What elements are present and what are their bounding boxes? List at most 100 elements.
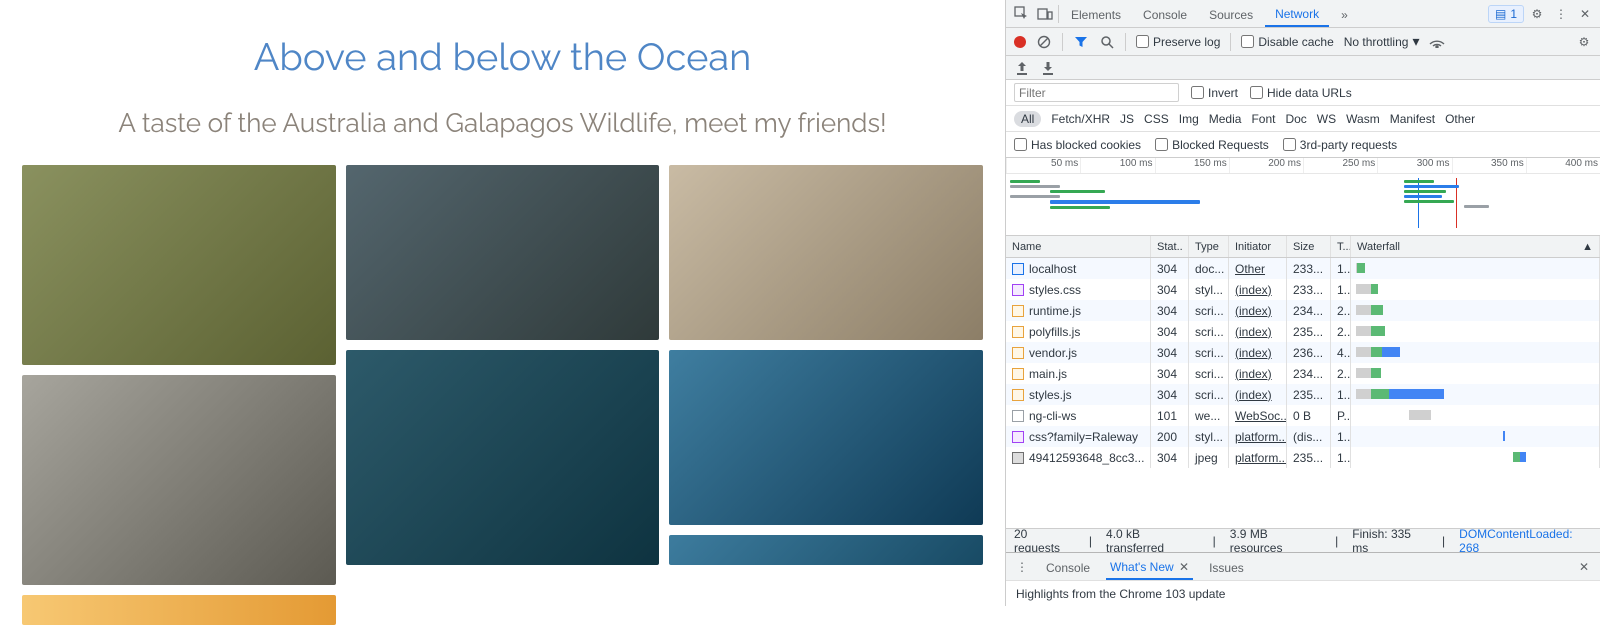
- request-time: P...: [1331, 405, 1351, 426]
- drawer-tab-console[interactable]: Console: [1042, 555, 1094, 579]
- request-status: 304: [1151, 447, 1189, 468]
- drawer-menu-icon[interactable]: ⋮: [1014, 559, 1030, 575]
- type-filter-other[interactable]: Other: [1445, 112, 1475, 126]
- request-initiator[interactable]: (index): [1229, 363, 1287, 384]
- request-status: 101: [1151, 405, 1189, 426]
- request-time: 4...: [1331, 342, 1351, 363]
- type-filter-doc[interactable]: Doc: [1285, 112, 1306, 126]
- request-waterfall: [1351, 447, 1600, 468]
- preserve-log-checkbox[interactable]: Preserve log: [1136, 35, 1220, 49]
- col-initiator[interactable]: Initiator: [1229, 236, 1287, 257]
- drawer-body-text: Highlights from the Chrome 103 update: [1016, 587, 1225, 601]
- hide-data-urls-checkbox[interactable]: Hide data URLs: [1250, 86, 1352, 100]
- gallery-image[interactable]: [346, 350, 660, 565]
- search-icon[interactable]: [1099, 34, 1115, 50]
- col-size[interactable]: Size: [1287, 236, 1331, 257]
- request-row[interactable]: styles.js304scri...(index)235...1...: [1006, 384, 1600, 405]
- col-status[interactable]: Stat..: [1151, 236, 1189, 257]
- request-row[interactable]: vendor.js304scri...(index)236...4...: [1006, 342, 1600, 363]
- type-filter-fetchxhr[interactable]: Fetch/XHR: [1051, 112, 1110, 126]
- request-row[interactable]: 49412593648_8cc3...304jpegplatform...235…: [1006, 447, 1600, 468]
- gallery-image[interactable]: [669, 535, 983, 565]
- kebab-menu-icon[interactable]: ⋮: [1550, 3, 1572, 25]
- col-name[interactable]: Name: [1006, 236, 1151, 257]
- request-row[interactable]: ng-cli-ws101we...WebSoc...0 BP...: [1006, 405, 1600, 426]
- network-settings-icon[interactable]: ⚙: [1576, 34, 1592, 50]
- inspect-element-icon[interactable]: [1010, 3, 1032, 25]
- close-devtools-icon[interactable]: ✕: [1574, 3, 1596, 25]
- import-export-row: [1006, 56, 1600, 80]
- request-status: 304: [1151, 258, 1189, 279]
- request-initiator[interactable]: (index): [1229, 321, 1287, 342]
- tab-console[interactable]: Console: [1133, 2, 1197, 26]
- request-initiator[interactable]: (index): [1229, 300, 1287, 321]
- request-row[interactable]: styles.css304styl...(index)233...1...: [1006, 279, 1600, 300]
- network-toolbar: Preserve log Disable cache No throttling…: [1006, 28, 1600, 56]
- settings-icon[interactable]: ⚙: [1526, 3, 1548, 25]
- device-toolbar-icon[interactable]: [1034, 3, 1056, 25]
- request-initiator[interactable]: Other: [1229, 258, 1287, 279]
- gallery-image[interactable]: [22, 595, 336, 625]
- request-status: 304: [1151, 384, 1189, 405]
- request-initiator[interactable]: platform...: [1229, 447, 1287, 468]
- blocked-cookies-checkbox[interactable]: Has blocked cookies: [1014, 138, 1141, 152]
- filter-input[interactable]: [1014, 83, 1179, 102]
- drawer-tab-issues[interactable]: Issues: [1205, 555, 1248, 579]
- gallery-image[interactable]: [669, 350, 983, 525]
- request-type: doc...: [1189, 258, 1229, 279]
- type-filter-ws[interactable]: WS: [1317, 112, 1336, 126]
- type-filter-css[interactable]: CSS: [1144, 112, 1169, 126]
- col-time[interactable]: T...: [1331, 236, 1351, 257]
- network-statusbar: 20 requests | 4.0 kB transferred | 3.9 M…: [1006, 528, 1600, 552]
- type-filter-all[interactable]: All: [1014, 111, 1041, 127]
- third-party-checkbox[interactable]: 3rd-party requests: [1283, 138, 1397, 152]
- blocked-requests-checkbox[interactable]: Blocked Requests: [1155, 138, 1269, 152]
- drawer-close-icon[interactable]: ✕: [1576, 559, 1592, 575]
- invert-checkbox[interactable]: Invert: [1191, 86, 1238, 100]
- col-type[interactable]: Type: [1189, 236, 1229, 257]
- gallery-image[interactable]: [346, 165, 660, 340]
- network-conditions-icon[interactable]: [1429, 34, 1445, 50]
- request-row[interactable]: polyfills.js304scri...(index)235...2...: [1006, 321, 1600, 342]
- type-filter-media[interactable]: Media: [1209, 112, 1242, 126]
- disable-cache-checkbox[interactable]: Disable cache: [1241, 35, 1333, 49]
- type-filter-manifest[interactable]: Manifest: [1390, 112, 1435, 126]
- request-initiator[interactable]: (index): [1229, 342, 1287, 363]
- upload-har-icon[interactable]: [1014, 60, 1030, 76]
- request-initiator[interactable]: (index): [1229, 384, 1287, 405]
- tab-sources[interactable]: Sources: [1199, 2, 1263, 26]
- request-name: localhost: [1029, 262, 1076, 276]
- more-tabs-button[interactable]: »: [1331, 2, 1358, 26]
- request-initiator[interactable]: platform...: [1229, 426, 1287, 447]
- gallery-image[interactable]: [22, 165, 336, 365]
- filter-icon[interactable]: [1073, 34, 1089, 50]
- drawer-tab-whatsnew[interactable]: What's New ✕: [1106, 554, 1193, 580]
- request-row[interactable]: css?family=Raleway200styl...platform...(…: [1006, 426, 1600, 447]
- gallery-image[interactable]: [669, 165, 983, 340]
- clear-icon[interactable]: [1036, 34, 1052, 50]
- timeline-overview[interactable]: 50 ms100 ms150 ms200 ms250 ms300 ms350 m…: [1006, 158, 1600, 236]
- request-initiator[interactable]: WebSoc...: [1229, 405, 1287, 426]
- request-time: 2...: [1331, 300, 1351, 321]
- tab-elements[interactable]: Elements: [1061, 2, 1131, 26]
- request-size: 0 B: [1287, 405, 1331, 426]
- request-waterfall: [1351, 279, 1600, 300]
- close-tab-icon[interactable]: ✕: [1179, 560, 1189, 574]
- col-waterfall[interactable]: Waterfall▲: [1351, 236, 1600, 257]
- request-row[interactable]: main.js304scri...(index)234...2...: [1006, 363, 1600, 384]
- gallery-image[interactable]: [22, 375, 336, 585]
- issues-badge[interactable]: ▤ 1: [1488, 5, 1524, 23]
- drawer-body: Highlights from the Chrome 103 update: [1006, 580, 1600, 606]
- throttling-select[interactable]: No throttling ▾: [1344, 33, 1420, 50]
- download-har-icon[interactable]: [1040, 60, 1056, 76]
- type-filter-js[interactable]: JS: [1120, 112, 1134, 126]
- type-filter-font[interactable]: Font: [1251, 112, 1275, 126]
- request-type: jpeg: [1189, 447, 1229, 468]
- record-button[interactable]: [1014, 36, 1026, 48]
- type-filter-img[interactable]: Img: [1179, 112, 1199, 126]
- request-row[interactable]: runtime.js304scri...(index)234...2...: [1006, 300, 1600, 321]
- request-initiator[interactable]: (index): [1229, 279, 1287, 300]
- type-filter-wasm[interactable]: Wasm: [1346, 112, 1380, 126]
- tab-network[interactable]: Network: [1265, 1, 1329, 27]
- request-row[interactable]: localhost304doc...Other233...1...: [1006, 258, 1600, 279]
